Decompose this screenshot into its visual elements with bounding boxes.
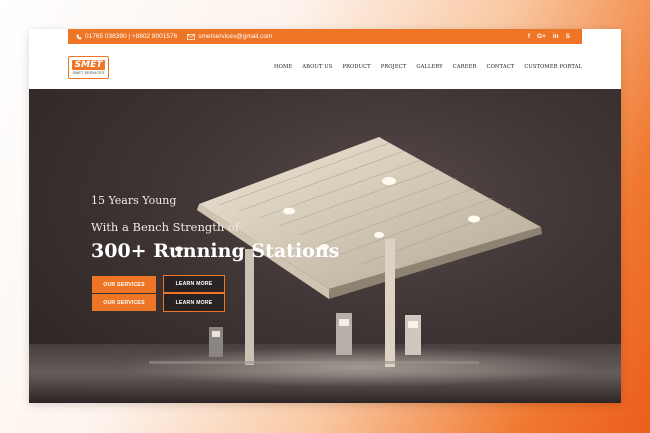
learn-more-button[interactable]: LEARN MORE xyxy=(163,275,225,293)
hero-banner: 15 Years Young With a Bench Strength of … xyxy=(29,89,621,403)
email-contact[interactable]: smetservices@gmail.com xyxy=(187,33,272,40)
google-plus-icon[interactable]: G+ xyxy=(537,33,546,40)
social-links: f G+ in S xyxy=(528,33,570,40)
logo-sub-text: SMET SERVICES xyxy=(72,71,105,75)
phone-icon xyxy=(76,34,82,39)
phone-numbers: 01765 038390 | +8802 8001576 xyxy=(85,33,178,40)
hero-tagline-2: With a Bench Strength of xyxy=(91,220,240,234)
our-services-button[interactable]: OUR SERVICES xyxy=(92,276,156,293)
nav-item-home[interactable]: HOME xyxy=(274,64,292,70)
envelope-icon xyxy=(187,33,196,40)
learn-more-button-2[interactable]: LEARN MORE xyxy=(163,293,225,312)
linkedin-icon[interactable]: in xyxy=(553,33,559,40)
top-contact-bar: 01765 038390 | +8802 8001576 smetservice… xyxy=(68,29,582,44)
nav-item-project[interactable]: PROJECT xyxy=(381,64,407,70)
main-navbar: SMET SMET SERVICES HOME ABOUT US PRODUCT… xyxy=(29,44,621,89)
nav-item-contact[interactable]: CONTACT xyxy=(487,64,515,70)
nav-item-gallery[interactable]: GALLERY xyxy=(416,64,442,70)
nav-item-career[interactable]: CAREER xyxy=(453,64,477,70)
smet-logo[interactable]: SMET SMET SERVICES xyxy=(68,56,109,79)
hero-tagline-1: 15 Years Young xyxy=(91,194,177,207)
hero-headline: 300+ Running Stations xyxy=(91,240,340,262)
nav-item-about-us[interactable]: ABOUT US xyxy=(302,64,332,70)
nav-item-customer-portal[interactable]: CUSTOMER PORTAL xyxy=(524,64,582,70)
skype-icon[interactable]: S xyxy=(566,33,570,40)
nav-menu: HOME ABOUT US PRODUCT PROJECT GALLERY CA… xyxy=(274,44,582,89)
facebook-icon[interactable]: f xyxy=(528,33,530,40)
our-services-button-2[interactable]: OUR SERVICES xyxy=(92,294,156,311)
nav-item-product[interactable]: PRODUCT xyxy=(342,64,370,70)
logo-main-text: SMET xyxy=(71,60,106,70)
phone-contact[interactable]: 01765 038390 | +8802 8001576 xyxy=(76,33,177,40)
email-address: smetservices@gmail.com xyxy=(198,33,273,40)
website-frame: 01765 038390 | +8802 8001576 smetservice… xyxy=(29,29,621,403)
